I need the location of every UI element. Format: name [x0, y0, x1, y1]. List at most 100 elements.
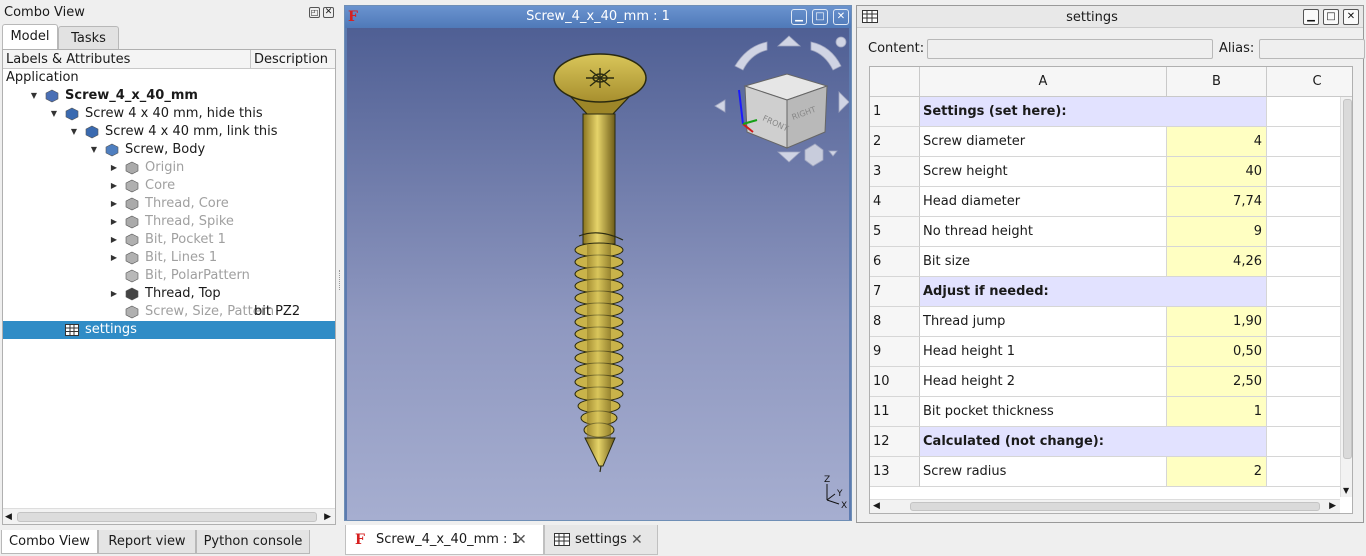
row-header[interactable]: 12	[870, 427, 920, 457]
row-header[interactable]: 6	[870, 247, 920, 277]
cell-c[interactable]	[1267, 157, 1340, 187]
tree-item[interactable]: ▶ Bit, Lines 1	[3, 249, 335, 267]
row-header[interactable]: 1	[870, 97, 920, 127]
cell-a[interactable]: Head diameter	[920, 187, 1167, 217]
scroll-right-icon[interactable]: ▶	[1329, 501, 1336, 511]
close-tab-icon[interactable]: ✕	[631, 525, 643, 555]
chevron-down-icon[interactable]: ▼	[29, 87, 39, 105]
column-header-a[interactable]: A	[920, 67, 1167, 97]
cell-a[interactable]: Thread jump	[920, 307, 1167, 337]
row-header[interactable]: 11	[870, 397, 920, 427]
column-header-b[interactable]: B	[1167, 67, 1267, 97]
tree-item[interactable]: ▶ Core	[3, 177, 335, 195]
chevron-right-icon[interactable]: ▶	[109, 249, 119, 267]
row-header[interactable]: 3	[870, 157, 920, 187]
cell-b[interactable]: 1,90	[1167, 307, 1267, 337]
row-header[interactable]: 2	[870, 127, 920, 157]
cell-b[interactable]: 9	[1167, 217, 1267, 247]
cell-a[interactable]: Head height 2	[920, 367, 1167, 397]
chevron-right-icon[interactable]: ▶	[109, 195, 119, 213]
tab-python-console[interactable]: Python console	[196, 530, 310, 554]
cell-b[interactable]: 4,26	[1167, 247, 1267, 277]
tree-item[interactable]: ▶ Thread, Core	[3, 195, 335, 213]
float-panel-icon[interactable]: ◰	[309, 7, 320, 18]
scrollbar-thumb[interactable]	[1343, 99, 1352, 459]
3d-viewport[interactable]: FRONT RIGHT Z Y X	[347, 28, 849, 520]
close-panel-icon[interactable]: ✕	[323, 7, 334, 18]
cell-a[interactable]: Adjust if needed:	[920, 277, 1267, 307]
cell-c[interactable]	[1267, 247, 1340, 277]
row-header[interactable]: 7	[870, 277, 920, 307]
cell-b[interactable]: 1	[1167, 397, 1267, 427]
spreadsheet-grid[interactable]: A B C 1 Settings (set here): 2 Screw diamet…	[869, 66, 1353, 514]
row-header[interactable]: 10	[870, 367, 920, 397]
tree-item[interactable]: ▶ Thread, Spike	[3, 213, 335, 231]
cell-a[interactable]: Settings (set here):	[920, 97, 1267, 127]
cell-c[interactable]	[1267, 307, 1340, 337]
tree-item[interactable]: ▶ Origin	[3, 159, 335, 177]
minimize-button[interactable]: ▁	[791, 9, 807, 25]
column-header-c[interactable]: C	[1267, 67, 1352, 97]
close-button[interactable]: ✕	[1343, 9, 1359, 25]
column-header-description[interactable]: Description	[251, 50, 335, 69]
chevron-down-icon[interactable]: ▼	[69, 123, 79, 141]
row-header[interactable]: 5	[870, 217, 920, 247]
cell-b[interactable]: 7,74	[1167, 187, 1267, 217]
cell-c[interactable]	[1267, 427, 1340, 457]
chevron-right-icon[interactable]: ▶	[109, 159, 119, 177]
cell-b[interactable]: 0,50	[1167, 337, 1267, 367]
chevron-down-icon[interactable]: ▼	[49, 105, 59, 123]
tree-item[interactable]: Application	[3, 69, 335, 87]
minimize-button[interactable]: ▁	[1303, 9, 1319, 25]
cell-a[interactable]: Bit pocket thickness	[920, 397, 1167, 427]
chevron-right-icon[interactable]: ▶	[109, 213, 119, 231]
row-header[interactable]: 8	[870, 307, 920, 337]
cell-b[interactable]: 40	[1167, 157, 1267, 187]
chevron-down-icon[interactable]: ▼	[89, 141, 99, 159]
cell-c[interactable]	[1267, 127, 1340, 157]
chevron-right-icon[interactable]: ▶	[109, 285, 119, 303]
cell-c[interactable]	[1267, 457, 1340, 487]
content-input[interactable]	[927, 39, 1213, 59]
scroll-right-icon[interactable]: ▶	[324, 512, 331, 522]
cell-a[interactable]: Head height 1	[920, 337, 1167, 367]
tab-model[interactable]: Model	[2, 24, 58, 49]
tree-item[interactable]: ▼ Screw_4_x_40_mm	[3, 87, 335, 105]
horizontal-scrollbar[interactable]: ◀ ▶	[870, 499, 1340, 513]
maximize-button[interactable]: □	[812, 9, 828, 25]
tree-item[interactable]: ▶ Thread, Top	[3, 285, 335, 303]
cell-c[interactable]	[1267, 367, 1340, 397]
tree-item[interactable]: Screw, Size, Pattern bit PZ2	[3, 303, 335, 321]
scroll-left-icon[interactable]: ◀	[5, 512, 12, 522]
doc-tab-3d-view[interactable]: F Screw_4_x_40_mm : 1 ✕	[345, 525, 544, 555]
cell-c[interactable]	[1267, 217, 1340, 247]
row-header[interactable]: 13	[870, 457, 920, 487]
cell-a[interactable]: No thread height	[920, 217, 1167, 247]
cell-c[interactable]	[1267, 397, 1340, 427]
splitter-handle[interactable]	[339, 270, 342, 290]
cell-c[interactable]	[1267, 337, 1340, 367]
cell-a[interactable]: Screw radius	[920, 457, 1167, 487]
cell-b[interactable]: 2,50	[1167, 367, 1267, 397]
row-header[interactable]: 9	[870, 337, 920, 367]
vertical-scrollbar[interactable]: ▼	[1340, 97, 1352, 497]
cell-b[interactable]: 2	[1167, 457, 1267, 487]
cell-c[interactable]	[1267, 187, 1340, 217]
screw-model[interactable]: FRONT RIGHT	[347, 28, 849, 520]
cell-b[interactable]: 4	[1167, 127, 1267, 157]
tree-item[interactable]: Bit, PolarPattern	[3, 267, 335, 285]
row-header[interactable]: 4	[870, 187, 920, 217]
close-button[interactable]: ✕	[833, 9, 849, 25]
chevron-right-icon[interactable]: ▶	[109, 231, 119, 249]
cell-a[interactable]: Screw diameter	[920, 127, 1167, 157]
scrollbar-thumb[interactable]	[910, 502, 1320, 511]
cell-c[interactable]	[1267, 277, 1340, 307]
scroll-down-icon[interactable]: ▼	[1343, 486, 1349, 495]
tree-horizontal-scrollbar[interactable]: ◀ ▶	[3, 508, 335, 524]
tree-item[interactable]: ▶ Bit, Pocket 1	[3, 231, 335, 249]
scroll-left-icon[interactable]: ◀	[873, 501, 880, 511]
cell-a[interactable]: Calculated (not change):	[920, 427, 1267, 457]
cell-a[interactable]: Screw height	[920, 157, 1167, 187]
tab-tasks[interactable]: Tasks	[58, 26, 119, 50]
cell-a[interactable]: Bit size	[920, 247, 1167, 277]
